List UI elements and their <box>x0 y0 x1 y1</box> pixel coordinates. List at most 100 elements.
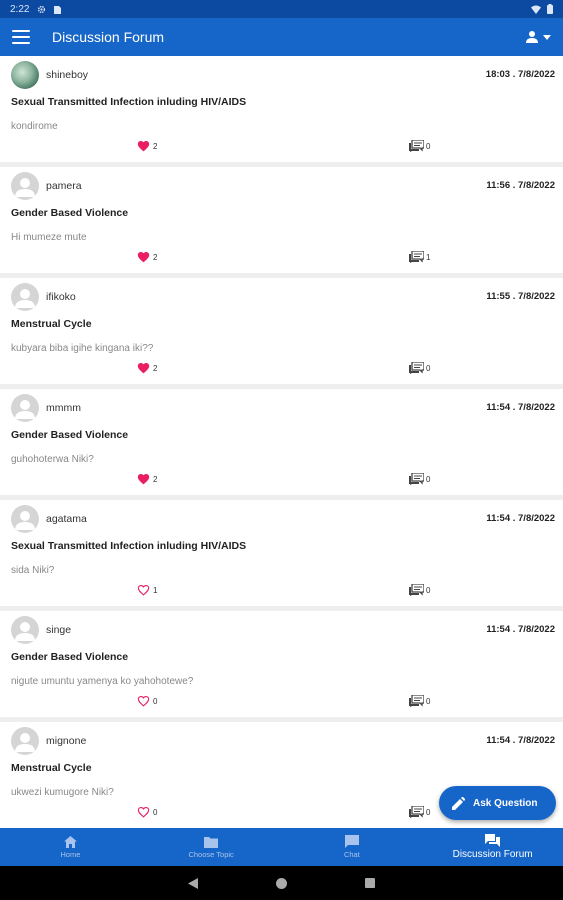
ask-question-button[interactable]: Ask Question <box>439 786 556 820</box>
system-navigation-bar <box>0 866 563 900</box>
folder-icon <box>204 836 219 848</box>
post-card[interactable]: shineboy 18:03 . 7/8/2022 Sexual Transmitt… <box>0 56 563 162</box>
heart-icon <box>137 363 150 374</box>
status-bar: 2:22 <box>0 0 563 18</box>
default-avatar-icon <box>15 622 35 641</box>
page-title: Discussion Forum <box>52 29 165 45</box>
post-question: ukwezi kumugore Niki? <box>11 787 114 798</box>
comment-button[interactable]: 0 <box>409 695 430 707</box>
default-avatar-icon <box>15 178 35 197</box>
like-count: 0 <box>153 807 158 817</box>
sim-icon <box>54 5 62 14</box>
comment-count: 0 <box>426 585 431 595</box>
comment-button[interactable]: 0 <box>409 806 430 818</box>
heart-outline-icon <box>137 696 150 707</box>
heart-icon <box>137 252 150 263</box>
heart-outline-icon <box>137 807 150 818</box>
post-username: mignone <box>46 735 87 747</box>
post-question: nigute umuntu yamenya ko yahohotewe? <box>11 676 194 687</box>
comment-button[interactable]: 0 <box>409 140 430 152</box>
comment-icon <box>409 251 424 263</box>
post-username: agatama <box>46 513 87 525</box>
home-icon <box>63 835 77 848</box>
post-question: kondirome <box>11 121 58 132</box>
like-count: 2 <box>153 141 158 151</box>
like-button[interactable]: 2 <box>137 473 157 485</box>
account-icon <box>526 31 538 43</box>
post-topic: Gender Based Violence <box>11 207 129 219</box>
post-list: shineboy 18:03 . 7/8/2022 Sexual Transmitt… <box>0 56 563 828</box>
nav-item-label: Home <box>60 849 81 859</box>
post-question: guhohoterwa Niki? <box>11 454 94 465</box>
post-username: ifikoko <box>46 291 76 303</box>
like-button[interactable]: 2 <box>137 251 157 263</box>
chevron-down-icon <box>543 34 551 40</box>
default-avatar-icon <box>15 511 35 530</box>
nav-item-chat[interactable]: Chat <box>282 828 423 866</box>
like-count: 2 <box>153 252 158 262</box>
nav-item-discussion-forum[interactable]: Discussion Forum <box>422 828 563 866</box>
comment-icon <box>409 140 424 152</box>
comment-count: 0 <box>426 696 431 706</box>
avatar <box>11 394 39 422</box>
like-button[interactable]: 1 <box>137 584 157 596</box>
post-username: pamera <box>46 180 82 192</box>
avatar <box>11 172 39 200</box>
like-button[interactable]: 0 <box>137 695 157 707</box>
comment-button[interactable]: 1 <box>409 251 430 263</box>
comment-icon <box>409 695 424 707</box>
post-card[interactable]: ifikoko 11:55 . 7/8/2022 Menstrual Cycle ku… <box>0 278 563 384</box>
post-question: kubyara biba igihe kingana iki?? <box>11 343 154 354</box>
app-bar: Discussion Forum <box>0 18 563 56</box>
bottom-navigation: Home Choose Topic Chat Discussion Forum <box>0 828 563 866</box>
comment-count: 0 <box>426 807 431 817</box>
menu-icon[interactable] <box>12 30 30 44</box>
post-topic: Menstrual Cycle <box>11 762 92 774</box>
comment-count: 0 <box>426 141 431 151</box>
post-card[interactable]: agatama 11:54 . 7/8/2022 Sexual Transmitte… <box>0 500 563 606</box>
heart-icon <box>137 474 150 485</box>
recents-icon[interactable] <box>365 878 375 888</box>
like-count: 1 <box>153 585 158 595</box>
comment-count: 0 <box>426 474 431 484</box>
post-timestamp: 11:54 . 7/8/2022 <box>486 513 555 524</box>
heart-outline-icon <box>137 585 150 596</box>
post-topic: Gender Based Violence <box>11 429 129 441</box>
post-card[interactable]: singe 11:54 . 7/8/2022 Gender Based Violen… <box>0 611 563 717</box>
chat-icon <box>344 835 359 848</box>
post-card[interactable]: mmmm 11:54 . 7/8/2022 Gender Based Violenc… <box>0 389 563 495</box>
home-circle-icon[interactable] <box>276 877 287 889</box>
post-timestamp: 11:56 . 7/8/2022 <box>486 180 555 191</box>
wifi-icon <box>531 5 541 14</box>
comment-icon <box>409 362 424 374</box>
status-time: 2:22 <box>10 3 30 15</box>
post-card[interactable]: pamera 11:56 . 7/8/2022 Gender Based Viole… <box>0 167 563 273</box>
comment-icon <box>409 806 424 818</box>
nav-item-home[interactable]: Home <box>0 828 141 866</box>
comment-button[interactable]: 0 <box>409 362 430 374</box>
battery-icon <box>547 4 553 14</box>
back-icon[interactable] <box>188 877 198 889</box>
post-timestamp: 11:54 . 7/8/2022 <box>486 624 555 635</box>
comment-icon <box>409 473 424 485</box>
comment-button[interactable]: 0 <box>409 473 430 485</box>
nav-item-label: Choose Topic <box>188 849 234 859</box>
avatar <box>11 727 39 755</box>
post-username: singe <box>46 624 72 636</box>
default-avatar-icon <box>15 400 35 419</box>
forum-icon <box>485 834 501 847</box>
post-question: sida Niki? <box>11 565 55 576</box>
comment-button[interactable]: 0 <box>409 584 430 596</box>
like-button[interactable]: 0 <box>137 806 157 818</box>
post-username: shineboy <box>46 69 89 81</box>
heart-icon <box>137 141 150 152</box>
like-count: 2 <box>153 474 158 484</box>
post-topic: Menstrual Cycle <box>11 318 92 330</box>
nav-item-choose-topic[interactable]: Choose Topic <box>141 828 282 866</box>
like-button[interactable]: 2 <box>137 140 157 152</box>
like-button[interactable]: 2 <box>137 362 157 374</box>
status-right <box>531 4 553 14</box>
avatar <box>11 616 39 644</box>
account-menu-button[interactable] <box>525 30 551 44</box>
nav-item-label: Chat <box>343 850 360 859</box>
